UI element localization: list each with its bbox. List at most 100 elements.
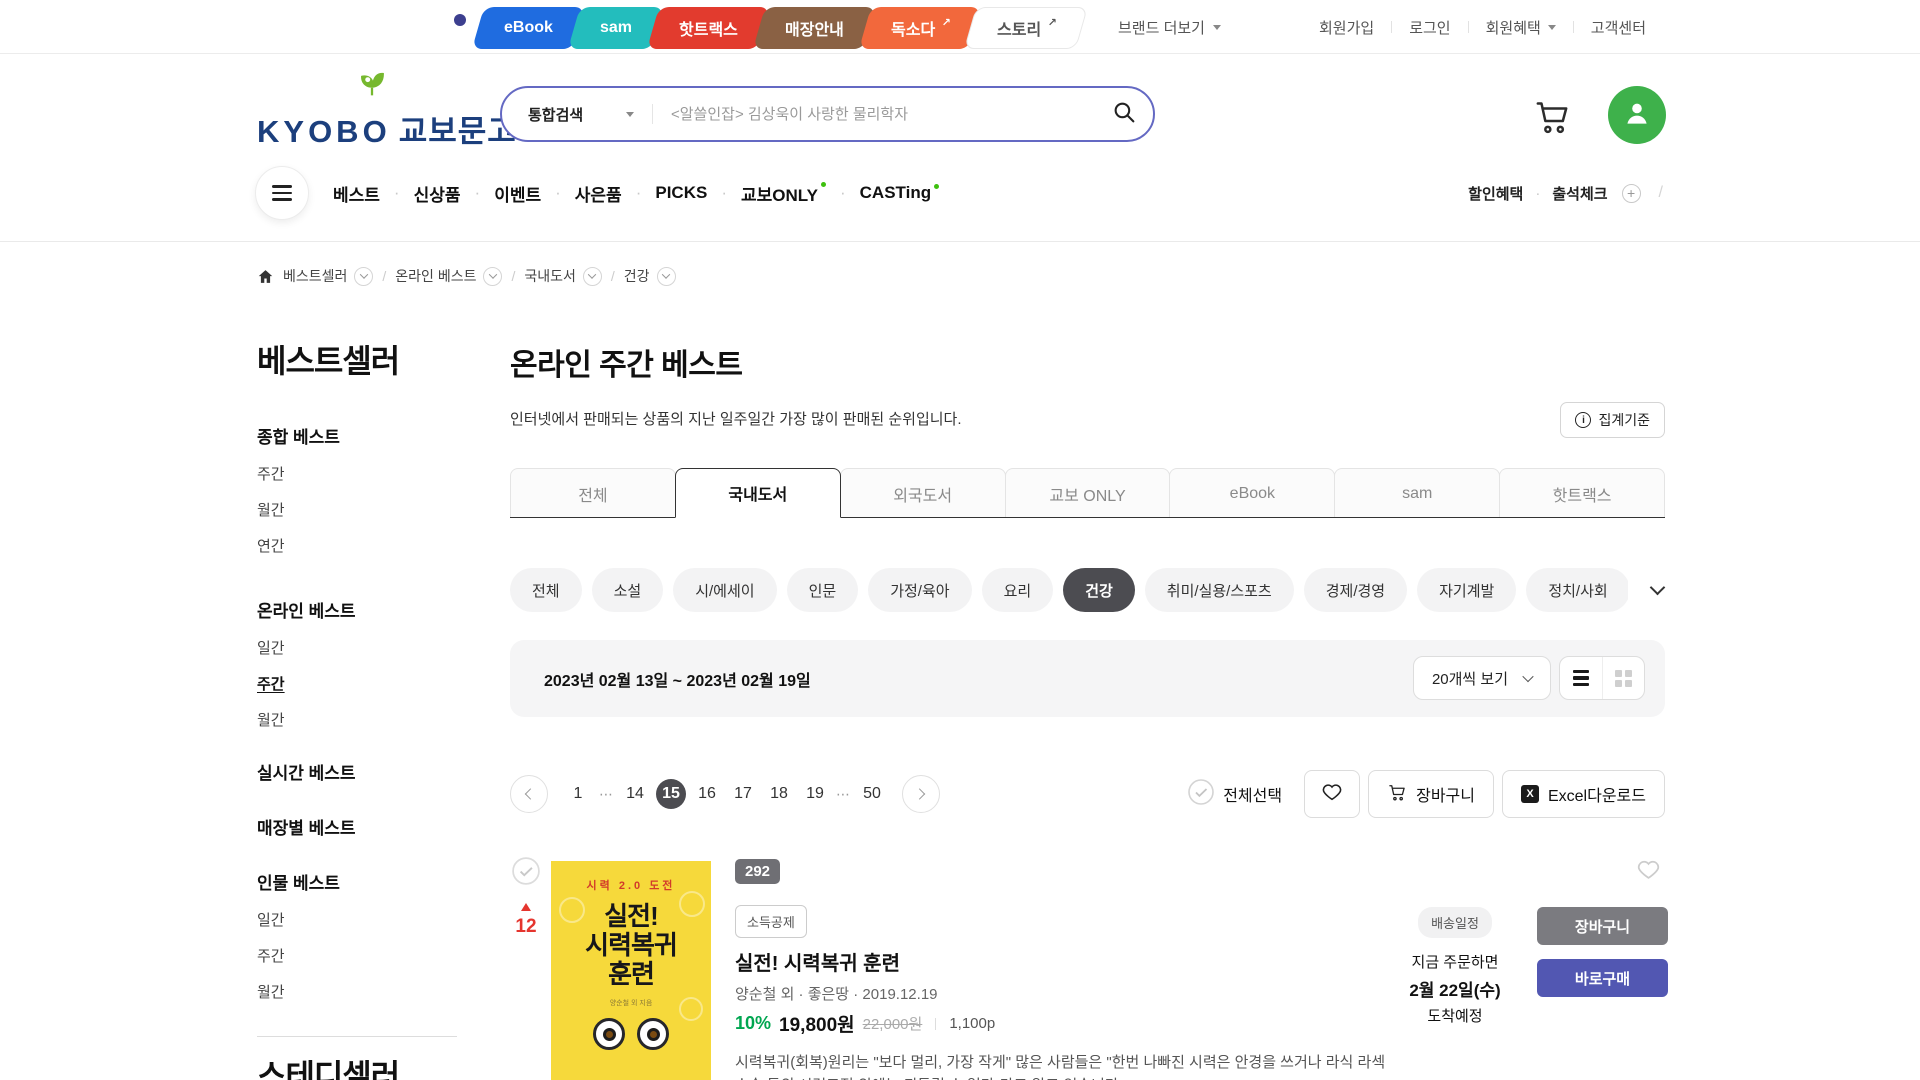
sidebar-group-title[interactable]: 매장별 베스트 bbox=[257, 819, 457, 839]
category-pill-2[interactable]: 시/에세이 bbox=[673, 568, 776, 612]
sidebar-item-4-0[interactable]: 일간 bbox=[257, 912, 457, 930]
page-14[interactable]: 14 bbox=[620, 779, 650, 809]
top-link-2[interactable]: 회원혜택 bbox=[1469, 17, 1573, 38]
top-tab-doksoda[interactable]: 독소다↗ bbox=[859, 7, 981, 49]
nav-item-4[interactable]: PICKS bbox=[655, 183, 707, 203]
external-link-icon: ↗ bbox=[942, 16, 951, 29]
top-link-0[interactable]: 회원가입 bbox=[1302, 17, 1391, 38]
add-to-cart-button[interactable]: 장바구니 bbox=[1368, 770, 1494, 818]
tab-1[interactable]: 국내도서 bbox=[675, 468, 841, 518]
top-tab-label: eBook bbox=[504, 19, 553, 37]
top-tab-ebook[interactable]: eBook bbox=[472, 7, 585, 49]
chevron-down-icon[interactable] bbox=[354, 267, 373, 286]
nav-item-2[interactable]: 이벤트 bbox=[494, 181, 541, 206]
sidebar-group-title[interactable]: 종합 베스트 bbox=[257, 428, 457, 448]
category-pill-5[interactable]: 요리 bbox=[982, 568, 1054, 612]
breadcrumb-item-1[interactable]: 온라인 베스트 bbox=[395, 266, 502, 286]
category-row: 전체소설시/에세이인문가정/육아요리건강취미/실용/스포츠경제/경영자기계발정치… bbox=[510, 568, 1665, 612]
select-all-button[interactable]: 전체선택 bbox=[1188, 779, 1282, 810]
page-16[interactable]: 16 bbox=[692, 779, 722, 809]
sidebar-item-1-2[interactable]: 월간 bbox=[257, 712, 457, 730]
item-cart-button[interactable]: 장바구니 bbox=[1537, 907, 1668, 945]
category-pill-8[interactable]: 경제/경영 bbox=[1304, 568, 1407, 612]
home-icon[interactable] bbox=[257, 268, 274, 285]
brand-more-button[interactable]: 브랜드 더보기 bbox=[1118, 0, 1221, 54]
breadcrumb-item-3[interactable]: 건강 bbox=[624, 266, 676, 286]
book-checkbox[interactable] bbox=[512, 857, 540, 890]
chevron-down-icon[interactable] bbox=[483, 267, 502, 286]
breadcrumb: 베스트셀러/온라인 베스트/국내도서/건강 bbox=[257, 266, 676, 286]
top-link-3[interactable]: 고객센터 bbox=[1574, 17, 1663, 38]
chevron-down-icon[interactable] bbox=[1650, 580, 1666, 596]
tab-3[interactable]: 교보 ONLY bbox=[1005, 468, 1171, 518]
sidebar-item-4-1[interactable]: 주간 bbox=[257, 948, 457, 966]
top-tab-story[interactable]: 스토리↗ bbox=[964, 7, 1088, 49]
tab-2[interactable]: 외국도서 bbox=[840, 468, 1006, 518]
next-page-button[interactable] bbox=[902, 775, 940, 813]
search-category-select[interactable]: 통합검색 bbox=[502, 104, 634, 125]
sidebar-group-title[interactable]: 인물 베스트 bbox=[257, 874, 457, 894]
nav-right-item-1[interactable]: 출석체크 bbox=[1552, 183, 1607, 204]
top-link-1[interactable]: 로그인 bbox=[1392, 17, 1467, 38]
divider bbox=[935, 1018, 936, 1030]
sidebar-item-4-2[interactable]: 월간 bbox=[257, 984, 457, 1002]
page-18[interactable]: 18 bbox=[764, 779, 794, 809]
plus-icon[interactable]: + bbox=[1622, 184, 1641, 203]
profile-avatar[interactable] bbox=[1608, 86, 1666, 144]
category-pill-9[interactable]: 자기계발 bbox=[1417, 568, 1516, 612]
tab-5[interactable]: sam bbox=[1334, 468, 1500, 518]
search-input[interactable] bbox=[671, 106, 1095, 123]
top-tab-store-guide[interactable]: 매장안내 bbox=[753, 7, 876, 49]
grid-view-button[interactable] bbox=[1602, 656, 1644, 700]
category-pill-7[interactable]: 취미/실용/스포츠 bbox=[1145, 568, 1294, 612]
category-pill-1[interactable]: 소설 bbox=[592, 568, 664, 612]
nav-item-3[interactable]: 사은품 bbox=[575, 181, 622, 206]
book-cover[interactable]: 시력 2.0 도전 실전! 시력복귀 훈련 양순철 외 지음 bbox=[551, 861, 711, 1080]
excel-download-button[interactable]: X Excel다운로드 bbox=[1502, 770, 1665, 818]
category-pill-4[interactable]: 가정/육아 bbox=[868, 568, 971, 612]
search-button[interactable] bbox=[1095, 88, 1153, 140]
category-pill-0[interactable]: 전체 bbox=[510, 568, 582, 612]
item-buy-now-button[interactable]: 바로구매 bbox=[1537, 959, 1668, 997]
sidebar-item-0-2[interactable]: 연간 bbox=[257, 538, 457, 556]
sidebar-item-1-1[interactable]: 주간 bbox=[257, 676, 457, 694]
book-title[interactable]: 실전! 시력복귀 훈련 bbox=[735, 947, 900, 976]
category-pill-6[interactable]: 건강 bbox=[1063, 568, 1135, 612]
cart-button[interactable] bbox=[1532, 96, 1572, 141]
nav-item-1[interactable]: 신상품 bbox=[414, 181, 461, 206]
sidebar-item-0-0[interactable]: 주간 bbox=[257, 466, 457, 484]
nav-item-0[interactable]: 베스트 bbox=[333, 181, 380, 206]
hamburger-menu-button[interactable] bbox=[255, 166, 309, 220]
tab-4[interactable]: eBook bbox=[1169, 468, 1335, 518]
sidebar-group-title[interactable]: 온라인 베스트 bbox=[257, 602, 457, 622]
nav-item-5[interactable]: 교보ONLY bbox=[741, 181, 826, 206]
page-50[interactable]: 50 bbox=[857, 779, 887, 809]
page-19[interactable]: 19 bbox=[800, 779, 830, 809]
tab-0[interactable]: 전체 bbox=[510, 468, 676, 518]
sidebar-group-title[interactable]: 실시간 베스트 bbox=[257, 764, 457, 784]
breadcrumb-item-2[interactable]: 국내도서 bbox=[524, 266, 602, 286]
per-page-select[interactable]: 20개씩 보기 bbox=[1413, 656, 1551, 700]
breadcrumb-item-0[interactable]: 베스트셀러 bbox=[283, 266, 373, 286]
sidebar-item-1-0[interactable]: 일간 bbox=[257, 640, 457, 658]
page-15[interactable]: 15 bbox=[656, 779, 686, 809]
sidebar: 베스트셀러 종합 베스트주간월간연간온라인 베스트일간주간월간실시간 베스트매장… bbox=[257, 342, 457, 1080]
nav-right-utilities: 할인혜택·출석체크+/ bbox=[1468, 166, 1663, 220]
list-view-button[interactable] bbox=[1560, 656, 1602, 700]
nav-item-6[interactable]: CASTing bbox=[860, 183, 939, 203]
sidebar-item-0-1[interactable]: 월간 bbox=[257, 502, 457, 520]
tab-6[interactable]: 핫트랙스 bbox=[1499, 468, 1665, 518]
criteria-button[interactable]: i 집계기준 bbox=[1560, 402, 1665, 438]
chevron-down-icon[interactable] bbox=[657, 267, 676, 286]
nav-right-item-0[interactable]: 할인혜택 bbox=[1468, 183, 1523, 204]
chevron-down-icon[interactable] bbox=[583, 267, 602, 286]
page-1[interactable]: 1 bbox=[563, 779, 593, 809]
category-pill-10[interactable]: 정치/사회 bbox=[1526, 568, 1628, 612]
book-wishlist-button[interactable] bbox=[1636, 857, 1661, 887]
top-tab-hottracks[interactable]: 핫트랙스 bbox=[647, 7, 770, 49]
category-pill-3[interactable]: 인문 bbox=[787, 568, 859, 612]
prev-page-button[interactable] bbox=[510, 775, 548, 813]
sidebar-title-steady[interactable]: 스테디셀러 bbox=[257, 1057, 457, 1080]
page-17[interactable]: 17 bbox=[728, 779, 758, 809]
wishlist-button[interactable] bbox=[1304, 770, 1360, 818]
